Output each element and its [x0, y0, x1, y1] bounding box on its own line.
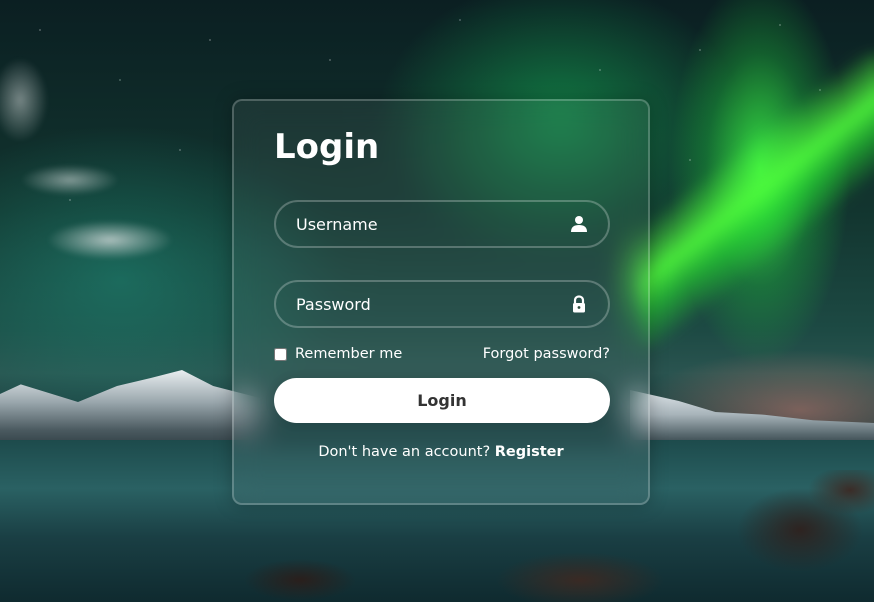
options-row: Remember me Forgot password? — [274, 344, 610, 364]
register-line: Don't have an account? Register — [234, 444, 648, 460]
register-prompt: Don't have an account? — [318, 444, 495, 460]
password-field-wrapper — [274, 280, 610, 328]
login-button[interactable]: Login — [274, 378, 610, 423]
remember-me[interactable]: Remember me — [274, 346, 402, 362]
username-input[interactable] — [276, 202, 608, 246]
lock-icon — [570, 295, 588, 313]
login-title: Login — [274, 127, 380, 167]
login-card: Login Remember — [232, 99, 650, 505]
register-link[interactable]: Register — [495, 444, 564, 460]
remember-me-label: Remember me — [295, 346, 403, 362]
username-field-wrapper — [274, 200, 610, 248]
user-icon — [570, 215, 588, 233]
background-scene: Login Remember — [0, 0, 874, 602]
forgot-password-link[interactable]: Forgot password? — [483, 346, 610, 362]
remember-me-checkbox[interactable] — [274, 347, 287, 361]
password-input[interactable] — [276, 282, 608, 326]
clouds-layer — [0, 40, 240, 300]
